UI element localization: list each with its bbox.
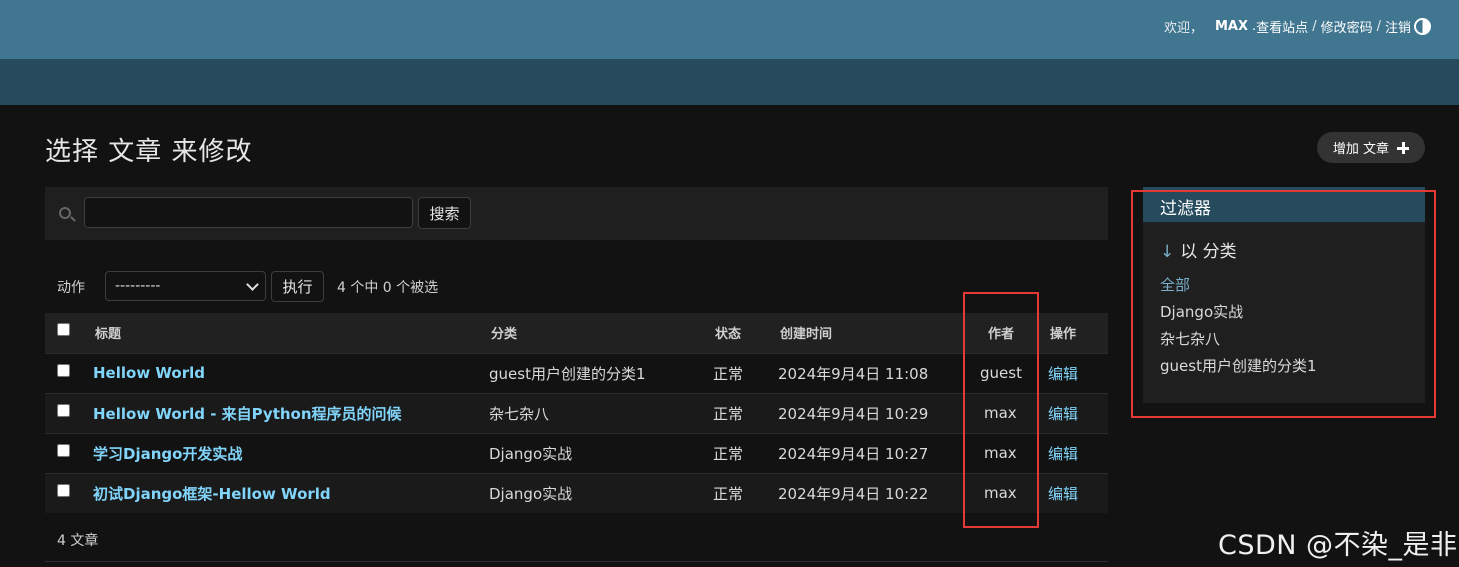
row-select-cell (45, 472, 81, 513)
arrow-down-icon: ↓ (1160, 242, 1175, 262)
results-table: 标题 分类 状态 创建时间 作者 操作 Hellow World guest用户… (45, 313, 1108, 513)
category-cell: 杂七杂八 (479, 392, 701, 433)
select-all-checkbox[interactable] (57, 323, 70, 337)
edit-link[interactable]: 编辑 (1048, 405, 1078, 423)
article-title-link[interactable]: Hellow World (93, 364, 205, 382)
logout-link[interactable]: 注销 (1385, 17, 1411, 36)
filter-panel: 过滤器 ↓ 以 分类 全部 Django实战 杂七杂八 guest用户创建的分类1 (1143, 187, 1425, 403)
column-header-title[interactable]: 标题 (81, 313, 479, 353)
action-select-value: --------- (115, 278, 161, 294)
row-select-cell (45, 392, 81, 433)
filter-title: 过滤器 (1143, 187, 1425, 222)
select-all-cell (45, 313, 81, 353)
article-title-link[interactable]: 学习Django开发实战 (93, 445, 242, 463)
table-row: Hellow World guest用户创建的分类1 正常 2024年9月4日 … (45, 352, 1108, 393)
table-row: 学习Django开发实战 Django实战 正常 2024年9月4日 10:27… (45, 432, 1108, 473)
search-input[interactable] (84, 197, 413, 228)
column-header-author[interactable]: 作者 (970, 313, 1040, 353)
row-checkbox[interactable] (57, 404, 70, 417)
theme-toggle-icon[interactable] (1414, 18, 1431, 35)
row-checkbox[interactable] (57, 484, 70, 498)
breadcrumbs-bar (0, 59, 1459, 105)
filter-category-label: 以 分类 (1180, 242, 1237, 262)
author-cell: max (970, 472, 1040, 513)
author-cell: max (970, 432, 1040, 473)
search-toolbar: 搜索 (45, 187, 1108, 240)
search-button[interactable]: 搜索 (418, 197, 471, 229)
chevron-down-icon (246, 278, 259, 291)
add-article-button[interactable]: 增加 文章 (1317, 132, 1425, 163)
row-checkbox[interactable] (57, 364, 70, 377)
result-count: 4 文章 (57, 533, 99, 549)
filter-item[interactable]: guest用户创建的分类1 (1160, 355, 1317, 382)
table-row: Hellow World - 来自Python程序员的问候 杂七杂八 正常 20… (45, 392, 1108, 433)
author-cell: guest (970, 352, 1040, 393)
page-title: 选择 文章 来修改 (45, 137, 253, 167)
column-header-created[interactable]: 创建时间 (766, 313, 970, 353)
row-select-cell (45, 352, 81, 393)
user-tools: 欢迎， MAX . 查看站点 / 修改密码 / 注销 (1164, 17, 1411, 36)
category-cell: guest用户创建的分类1 (479, 352, 701, 393)
plus-icon (1397, 141, 1410, 154)
created-cell: 2024年9月4日 11:08 (766, 352, 970, 393)
add-article-label: 增加 文章 (1332, 142, 1390, 157)
status-cell: 正常 (701, 432, 766, 473)
selection-counter: 4 个中 0 个被选 (337, 280, 439, 296)
status-cell: 正常 (701, 392, 766, 433)
author-cell: max (970, 392, 1040, 433)
created-cell: 2024年9月4日 10:29 (766, 392, 970, 433)
created-cell: 2024年9月4日 10:22 (766, 472, 970, 513)
filter-list: 全部 Django实战 杂七杂八 guest用户创建的分类1 (1160, 274, 1317, 382)
category-cell: Django实战 (479, 432, 701, 473)
change-password-link[interactable]: 修改密码 (1321, 17, 1373, 36)
view-site-link[interactable]: 查看站点 (1256, 17, 1308, 36)
article-title-link[interactable]: 初试Django框架-Hellow World (93, 485, 331, 503)
go-button[interactable]: 执行 (271, 271, 324, 302)
edit-link[interactable]: 编辑 (1048, 365, 1078, 383)
article-title-link[interactable]: Hellow World - 来自Python程序员的问候 (93, 405, 402, 423)
separator: / (1312, 19, 1317, 34)
category-cell: Django实战 (479, 472, 701, 513)
edit-link[interactable]: 编辑 (1048, 445, 1078, 463)
watermark: CSDN @不染_是非 (1218, 530, 1458, 561)
column-header-operation: 操作 (1040, 313, 1108, 353)
filter-category-heading[interactable]: ↓ 以 分类 (1160, 237, 1237, 262)
created-cell: 2024年9月4日 10:27 (766, 432, 970, 473)
status-cell: 正常 (701, 472, 766, 513)
filter-item-all[interactable]: 全部 (1160, 274, 1317, 301)
site-header: 欢迎， MAX . 查看站点 / 修改密码 / 注销 (0, 0, 1459, 59)
edit-link[interactable]: 编辑 (1048, 485, 1078, 503)
table-header-row: 标题 分类 状态 创建时间 作者 操作 (45, 313, 1108, 353)
action-select[interactable]: --------- (105, 271, 266, 301)
divider (45, 561, 1108, 562)
search-icon (59, 207, 71, 219)
actions-label: 动作 (57, 280, 85, 296)
column-header-status[interactable]: 状态 (701, 313, 766, 353)
username: MAX (1215, 19, 1249, 34)
status-cell: 正常 (701, 352, 766, 393)
filter-item[interactable]: 杂七杂八 (1160, 328, 1317, 355)
actions-row: 动作 --------- 执行 4 个中 0 个被选 (45, 270, 1108, 302)
table-row: 初试Django框架-Hellow World Django实战 正常 2024… (45, 472, 1108, 513)
row-select-cell (45, 432, 81, 473)
filter-item[interactable]: Django实战 (1160, 301, 1317, 328)
separator: / (1376, 19, 1381, 34)
column-header-category[interactable]: 分类 (479, 313, 701, 353)
row-checkbox[interactable] (57, 444, 70, 457)
welcome-text: 欢迎， (1163, 21, 1203, 36)
